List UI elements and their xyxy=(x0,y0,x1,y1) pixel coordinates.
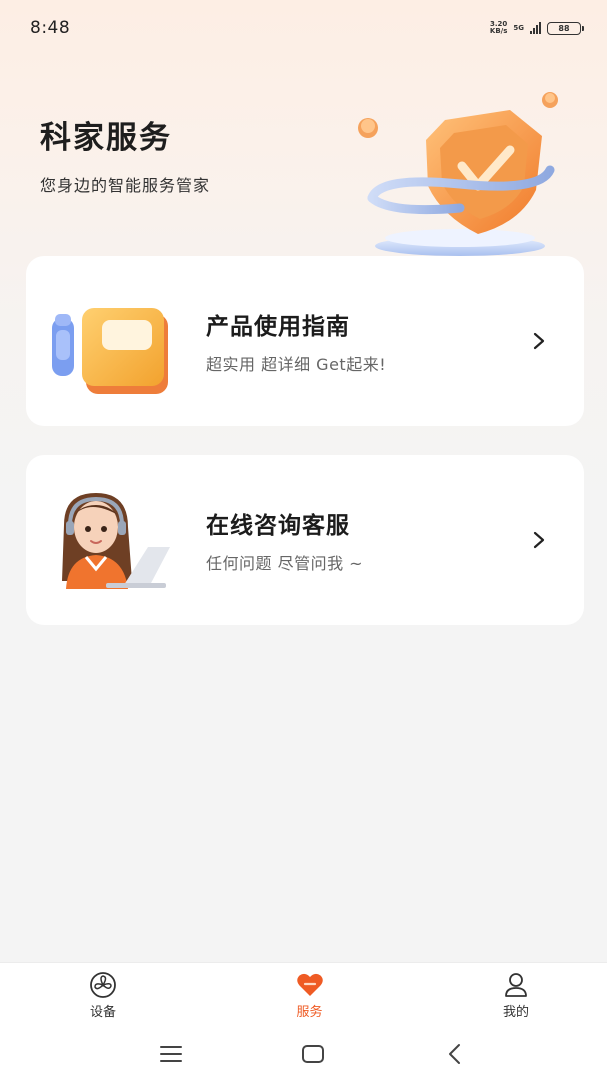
chevron-right-icon xyxy=(533,531,545,549)
online-service-text: 在线咨询客服 任何问题 尽管问我 ~ xyxy=(206,506,363,574)
shield-check-icon xyxy=(358,92,558,256)
customer-service-avatar xyxy=(62,493,170,589)
page-title: 科家服务 xyxy=(40,120,172,156)
signal-icon xyxy=(530,22,541,34)
battery-icon: 88 xyxy=(547,21,584,35)
menu-icon xyxy=(160,1046,182,1062)
online-service-card[interactable]: 在线咨询客服 任何问题 尽管问我 ~ xyxy=(26,455,584,625)
page-subtitle: 您身边的智能服务管家 xyxy=(40,176,211,195)
status-icons: 3.20 KB/s 5G 88 xyxy=(489,20,584,35)
network-speed: 3.20 KB/s xyxy=(489,20,508,35)
card-description: 超实用 超详细 Get起来! xyxy=(206,355,387,374)
home-button[interactable] xyxy=(300,1041,326,1067)
network-type: 5G xyxy=(513,23,524,32)
menu-button[interactable] xyxy=(158,1041,184,1067)
product-guide-card[interactable]: 产品使用指南 超实用 超详细 Get起来! xyxy=(26,256,584,426)
back-icon xyxy=(449,1044,460,1064)
heart-icon xyxy=(296,973,323,996)
tab-mine[interactable]: 我的 xyxy=(493,963,539,1028)
chevron-right-icon xyxy=(533,332,545,350)
tab-label: 我的 xyxy=(502,1005,529,1020)
tab-label: 服务 xyxy=(296,1005,323,1020)
product-guide-text: 产品使用指南 超实用 超详细 Get起来! xyxy=(206,307,386,375)
tab-devices[interactable]: 设备 xyxy=(80,963,126,1028)
person-icon xyxy=(505,973,527,997)
tab-service[interactable]: 服务 xyxy=(287,963,333,1028)
card-description: 任何问题 尽管问我 ~ xyxy=(206,554,364,573)
bottom-tab-bar: 设备 服务 我的 xyxy=(0,962,607,1028)
home-icon xyxy=(301,1045,324,1063)
back-button[interactable] xyxy=(441,1041,467,1067)
card-title: 产品使用指南 xyxy=(206,314,350,340)
system-nav-bar xyxy=(0,1028,607,1080)
fan-icon xyxy=(90,972,116,998)
tab-label: 设备 xyxy=(89,1005,116,1020)
guide-book-icon xyxy=(52,308,168,394)
battery-level: 88 xyxy=(558,23,570,33)
card-title: 在线咨询客服 xyxy=(206,513,350,539)
status-time: 8:48 xyxy=(30,18,71,38)
status-bar: 8:48 3.20 KB/s 5G 88 xyxy=(0,0,607,56)
